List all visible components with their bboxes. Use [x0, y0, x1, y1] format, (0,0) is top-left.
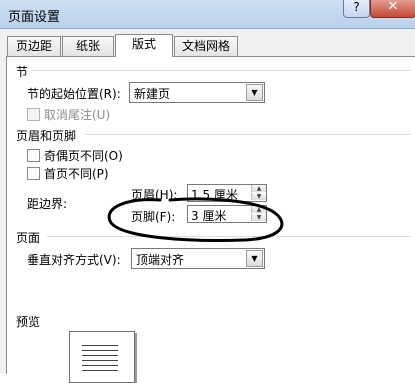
preview-heading: 预览 [16, 315, 41, 329]
header-footer-heading: 页眉和页脚 [16, 129, 77, 143]
header-distance-label: 页眉(H): [131, 188, 178, 202]
first-page-label: 首页不同(P) [44, 167, 109, 181]
page-setup-dialog: 页面设置 ? ✕ 页边距 纸张 版式 文档网格 节 节的起始位置(R): 新建页… [0, 0, 415, 383]
header-footer-divider [85, 134, 411, 135]
vertical-alignment-select[interactable]: 顶端对齐 ▼ [131, 248, 265, 269]
close-button[interactable]: ✕ [370, 0, 415, 18]
from-edge-label: 距边界: [27, 197, 68, 211]
tab-paper[interactable]: 纸张 [62, 36, 114, 56]
title-bar: 页面设置 ? ✕ [0, 0, 415, 29]
odd-even-label: 奇偶页不同(O) [44, 149, 123, 163]
section-start-select[interactable]: 新建页 ▼ [129, 82, 265, 103]
vertical-alignment-value: 顶端对齐 [136, 253, 185, 267]
suppress-endnotes-label: 取消尾注(U) [44, 108, 111, 122]
vertical-alignment-label: 垂直对齐方式(V): [27, 253, 121, 267]
chevron-down-icon: ▼ [246, 250, 263, 267]
preview-line [82, 360, 118, 361]
chevron-down-icon: ▼ [246, 84, 263, 101]
preview-line [82, 350, 118, 351]
layout-tab-panel: 节 节的起始位置(R): 新建页 ▼ 取消尾注(U) 页眉和页脚 奇偶页不同(O… [6, 56, 415, 383]
page-heading: 页面 [16, 231, 41, 245]
dialog-title: 页面设置 [8, 10, 61, 25]
section-heading: 节 [16, 65, 29, 79]
tab-document-grid[interactable]: 文档网格 [174, 36, 238, 56]
footer-distance-value: 3 厘米 [191, 209, 227, 223]
header-distance-spinner[interactable]: 1.5 厘米 ▲ ▼ [187, 184, 267, 202]
tab-layout[interactable]: 版式 [115, 34, 173, 57]
tab-margins[interactable]: 页边距 [7, 36, 61, 56]
footer-distance-spinner[interactable]: 3 厘米 ▲ ▼ [187, 205, 267, 223]
odd-even-checkbox[interactable] [27, 149, 40, 162]
triangle-down-icon[interactable]: ▼ [251, 214, 266, 221]
page-divider [47, 236, 411, 237]
section-start-label: 节的起始位置(R): [27, 87, 121, 101]
header-distance-value: 1.5 厘米 [191, 188, 238, 202]
preview-line [82, 355, 118, 356]
preview-line [82, 370, 118, 371]
triangle-up-icon[interactable]: ▲ [251, 185, 266, 192]
page-preview [69, 331, 135, 383]
section-divider [31, 70, 411, 71]
triangle-down-icon[interactable]: ▼ [251, 193, 266, 200]
first-page-checkbox[interactable] [27, 167, 40, 180]
footer-distance-label: 页脚(F): [131, 210, 176, 224]
triangle-up-icon[interactable]: ▲ [251, 206, 266, 213]
preview-line [82, 365, 118, 366]
preview-line [82, 345, 118, 346]
suppress-endnotes-checkbox[interactable] [27, 108, 40, 121]
help-button[interactable]: ? [343, 0, 370, 18]
section-start-value: 新建页 [134, 87, 171, 101]
